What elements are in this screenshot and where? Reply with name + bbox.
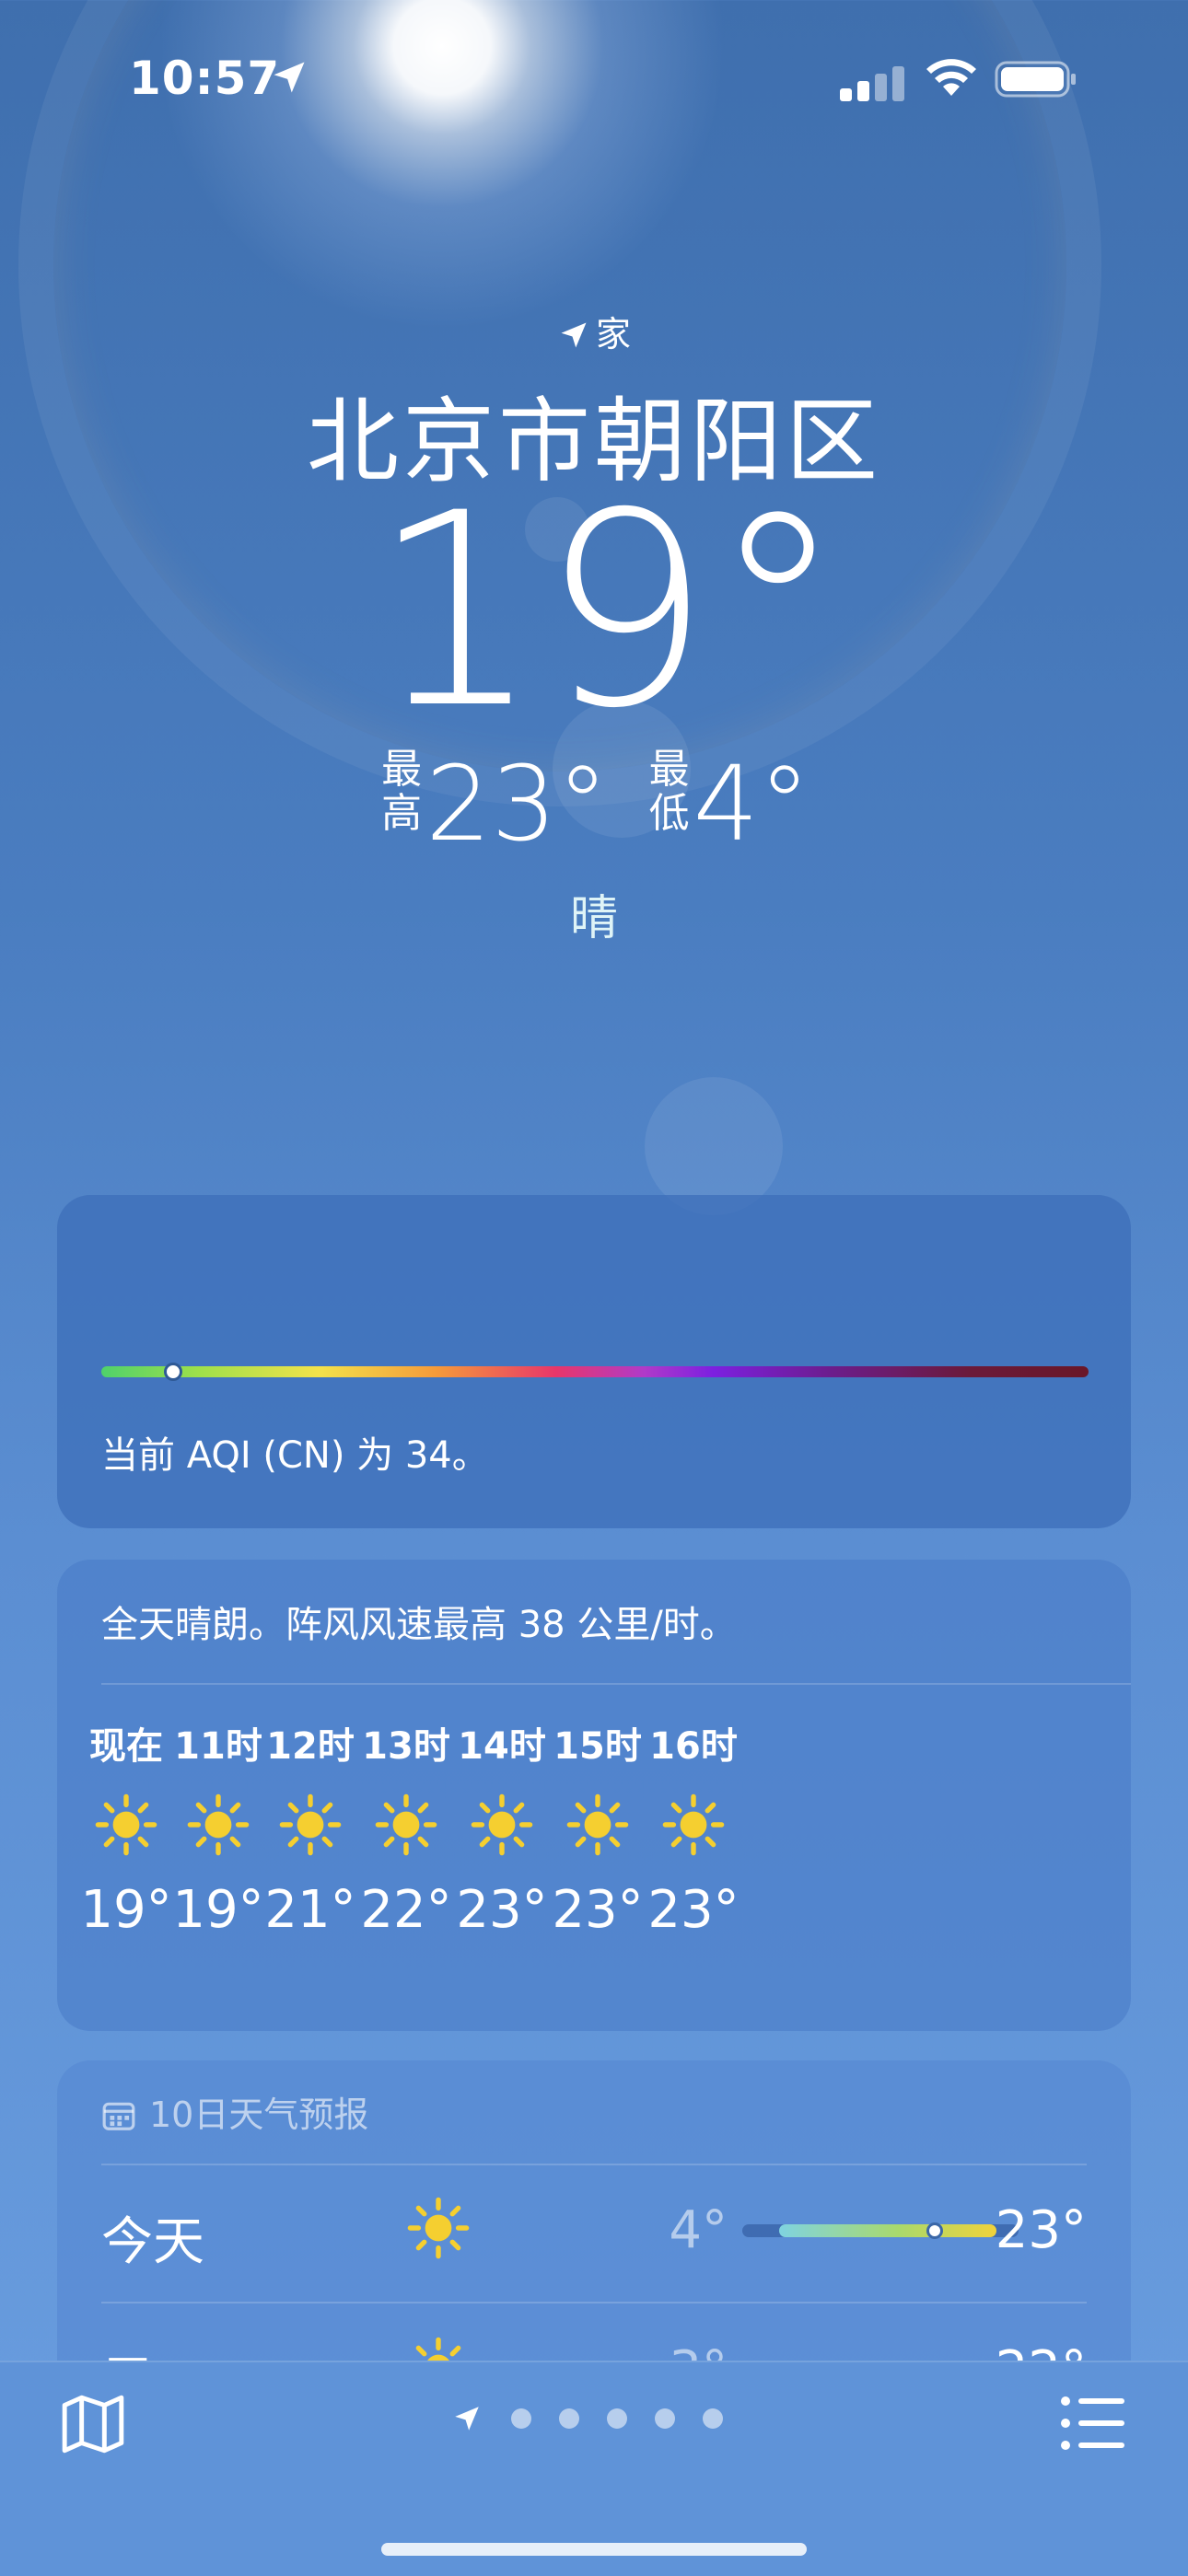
- calendar-icon: [102, 2102, 135, 2130]
- divider: [101, 2302, 1087, 2303]
- cellular-signal-icon: [840, 64, 904, 101]
- temperature-range-fill: [779, 2224, 996, 2237]
- status-bar: 10:57: [0, 0, 1188, 157]
- location-label: 家: [0, 306, 1188, 356]
- status-time: 10:57: [129, 52, 281, 105]
- current-temperature: 19°: [370, 457, 844, 767]
- sun-icon: [566, 1793, 629, 1856]
- hourly-temperature: 19°: [172, 1880, 264, 1940]
- current-temperature-marker: [926, 2222, 943, 2239]
- weather-condition: 晴: [569, 891, 618, 946]
- hourly-time: 16时: [649, 1725, 738, 1768]
- sun-icon: [187, 1793, 250, 1856]
- sun-icon: [95, 1793, 157, 1856]
- ten-day-header: 10日天气预报: [101, 2086, 368, 2137]
- hourly-time: 15时: [553, 1725, 642, 1768]
- high-low-temperature: 最高23° 最低4°: [0, 746, 1188, 857]
- hourly-temperature: 22°: [360, 1880, 452, 1940]
- aqi-gradient-bar: [101, 1366, 1089, 1377]
- hourly-temperature: 23°: [456, 1880, 548, 1940]
- page-dot[interactable]: [703, 2408, 723, 2429]
- location-arrow-icon: [561, 322, 587, 348]
- sun-icon: [662, 1793, 725, 1856]
- hourly-time: 现在: [89, 1725, 163, 1768]
- sun-icon: [279, 1793, 342, 1856]
- location-name: 家: [595, 314, 631, 354]
- location-list-button[interactable]: [1059, 2394, 1127, 2453]
- hourly-item: 15时 23°: [547, 1716, 648, 1940]
- page-dot[interactable]: [655, 2408, 675, 2429]
- day-high-temperature: 23°: [995, 2200, 1087, 2260]
- page-dot[interactable]: [559, 2408, 579, 2429]
- hourly-time: 14时: [458, 1725, 546, 1768]
- hourly-item: 12时 21°: [260, 1716, 361, 1940]
- high-label: 最高: [381, 746, 423, 837]
- current-location-page-icon[interactable]: [451, 2403, 483, 2434]
- hourly-time: 13时: [362, 1725, 450, 1768]
- hourly-time: 11时: [174, 1725, 262, 1768]
- hourly-temperature: 23°: [552, 1880, 644, 1940]
- sun-icon: [375, 1793, 437, 1856]
- home-indicator[interactable]: [381, 2543, 807, 2556]
- low-temperature: 4°: [693, 745, 810, 864]
- weather-summary: 全天晴朗。阵风风速最高 38 公里/时。: [101, 1604, 737, 1646]
- ten-day-title: 10日天气预报: [149, 2094, 369, 2135]
- page-dot[interactable]: [511, 2408, 531, 2429]
- hourly-item: 现在 19°: [76, 1716, 177, 1940]
- hourly-item: 11时 19°: [168, 1716, 269, 1940]
- sun-icon: [471, 1793, 533, 1856]
- low-label: 最低: [648, 746, 690, 837]
- location-arrow-icon: [274, 62, 305, 93]
- day-low-temperature: 4°: [669, 2200, 728, 2260]
- hourly-item: 16时 23°: [643, 1716, 744, 1940]
- hourly-item: 13时 22°: [355, 1716, 457, 1940]
- hourly-item: 14时 23°: [451, 1716, 553, 1940]
- day-name: 今天: [101, 2212, 204, 2272]
- page-indicator[interactable]: [0, 2403, 1188, 2434]
- aqi-indicator: [164, 1363, 182, 1381]
- daily-row[interactable]: 今天 4° 23°: [101, 2165, 1087, 2285]
- hourly-time: 12时: [266, 1725, 355, 1768]
- air-quality-card[interactable]: 当前 AQI (CN) 为 34。: [57, 1195, 1131, 1528]
- hourly-forecast-card[interactable]: 全天晴朗。阵风风速最高 38 公里/时。 现在 19° 11时 19° 12时 21° 13…: [57, 1560, 1131, 2031]
- page-dot[interactable]: [607, 2408, 627, 2429]
- hourly-temperature: 23°: [647, 1880, 740, 1940]
- aqi-description: 当前 AQI (CN) 为 34。: [101, 1434, 489, 1477]
- sun-icon: [407, 2197, 470, 2259]
- bottom-toolbar: [0, 2361, 1188, 2576]
- hourly-temperature: 19°: [80, 1880, 172, 1940]
- battery-icon: [995, 61, 1076, 98]
- high-temperature: 23°: [425, 745, 609, 864]
- divider: [101, 1683, 1131, 1685]
- hourly-temperature: 21°: [264, 1880, 356, 1940]
- wifi-icon: [926, 59, 976, 96]
